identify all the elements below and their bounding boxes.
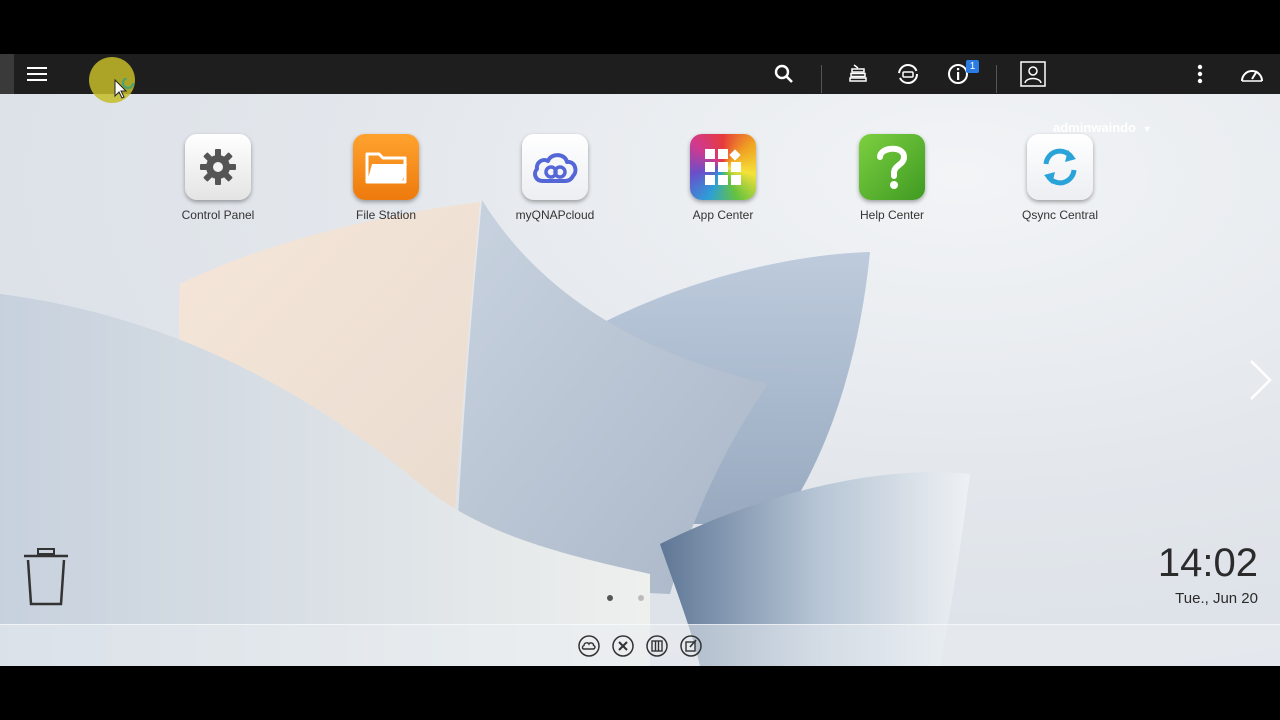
search-icon[interactable] bbox=[772, 54, 796, 94]
hamburger-icon[interactable] bbox=[26, 54, 48, 94]
app-myqnapcloud[interactable]: myQNAPcloud bbox=[490, 134, 620, 222]
app-qsync-central[interactable]: Qsync Central bbox=[995, 134, 1125, 222]
sync-arrows-icon bbox=[1027, 134, 1093, 200]
app-label: File Station bbox=[355, 208, 417, 222]
panel-icon[interactable] bbox=[646, 635, 668, 657]
dashboard-gauge-icon[interactable] bbox=[1239, 54, 1265, 94]
cloud-link-icon[interactable] bbox=[578, 635, 600, 657]
notes-icon[interactable] bbox=[680, 635, 702, 657]
question-icon bbox=[859, 134, 925, 200]
app-label: myQNAPcloud bbox=[515, 208, 595, 222]
tools-icon[interactable] bbox=[612, 635, 634, 657]
app-help-center[interactable]: Help Center bbox=[827, 134, 957, 222]
app-control-panel[interactable]: Control Panel bbox=[153, 134, 283, 222]
desktop-clock: 14:02 Tue., Jun 20 bbox=[1158, 540, 1258, 607]
trash-icon[interactable] bbox=[22, 548, 70, 606]
gear-icon bbox=[185, 134, 251, 200]
page-dot-active[interactable] bbox=[607, 595, 613, 601]
app-label: Control Panel bbox=[181, 208, 255, 222]
folder-icon bbox=[353, 134, 419, 200]
app-grid-icon bbox=[690, 134, 756, 200]
user-icon[interactable] bbox=[1020, 54, 1046, 94]
app-file-station[interactable]: File Station bbox=[321, 134, 451, 222]
letterbox-top bbox=[0, 0, 1280, 54]
app-label: Help Center bbox=[859, 208, 925, 222]
loading-spinner-icon bbox=[114, 78, 134, 99]
notification-badge: 1 bbox=[966, 60, 979, 73]
background-tasks-icon[interactable] bbox=[846, 54, 870, 94]
app-app-center[interactable]: App Center bbox=[658, 134, 788, 222]
separator bbox=[996, 65, 997, 93]
page-dot[interactable] bbox=[638, 595, 644, 601]
letterbox-bottom bbox=[0, 666, 1280, 720]
cloud-icon bbox=[522, 134, 588, 200]
clock-date: Tue., Jun 20 bbox=[1175, 590, 1258, 607]
separator bbox=[821, 65, 822, 93]
more-vertical-icon[interactable] bbox=[1190, 54, 1210, 94]
sync-icon[interactable] bbox=[896, 54, 920, 94]
chevron-down-icon: ▼ bbox=[1142, 124, 1152, 134]
bottom-dock bbox=[0, 624, 1280, 666]
username-label: adminwaindo bbox=[1053, 120, 1137, 135]
next-page-arrow-icon[interactable] bbox=[1246, 358, 1274, 402]
nas-desktop: 1 adminwaindo ▼ Control Panel File Stati… bbox=[0, 54, 1280, 666]
app-label: App Center bbox=[692, 208, 754, 222]
app-label: Qsync Central bbox=[1021, 208, 1099, 222]
top-bar bbox=[0, 54, 1280, 94]
clock-time: 14:02 bbox=[1157, 541, 1258, 585]
